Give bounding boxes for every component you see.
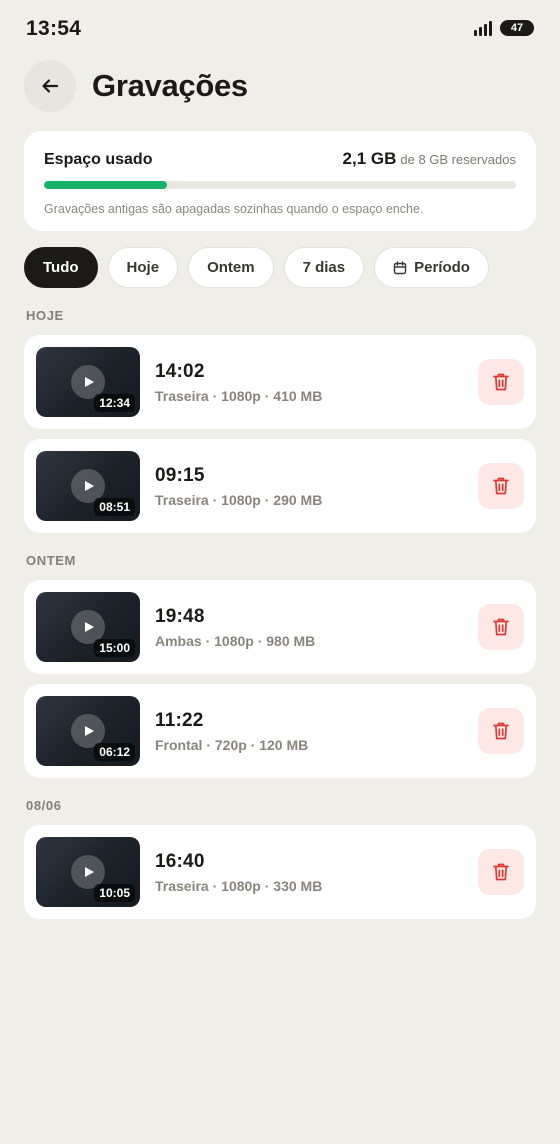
- trash-icon: [493, 618, 509, 636]
- delete-button[interactable]: [478, 604, 524, 650]
- trash-icon: [493, 477, 509, 495]
- filter-chip-periodo[interactable]: Período: [374, 247, 489, 288]
- recording-card[interactable]: 08:51 09:15 Traseira · 1080p · 290 MB: [24, 439, 536, 533]
- recording-duration: 08:51: [94, 498, 135, 516]
- section-label-ontem: ONTEM: [26, 553, 76, 568]
- delete-button[interactable]: [478, 849, 524, 895]
- recording-time: 19:48: [155, 605, 205, 627]
- recording-meta: Frontal · 720p · 120 MB: [155, 736, 309, 753]
- recording-duration: 15:00: [94, 639, 135, 657]
- calendar-icon: [393, 260, 407, 274]
- status-time: 13:54: [26, 17, 82, 40]
- delete-button[interactable]: [478, 463, 524, 509]
- signal-icon: [474, 20, 492, 36]
- filter-chip-label: Período: [414, 259, 470, 276]
- recording-time: 16:40: [155, 850, 205, 872]
- storage-used: 2,1 GB: [342, 149, 397, 168]
- recording-meta: Traseira · 1080p · 290 MB: [155, 491, 323, 508]
- recording-thumbnail[interactable]: 08:51: [36, 451, 140, 521]
- recording-card[interactable]: 06:12 11:22 Frontal · 720p · 120 MB: [24, 684, 536, 778]
- filter-chip-ontem[interactable]: Ontem: [188, 247, 274, 288]
- recording-time: 09:15: [155, 464, 205, 486]
- battery-icon: 47: [500, 20, 534, 36]
- storage-total: de 8 GB reservados: [400, 152, 516, 167]
- recording-duration: 06:12: [94, 743, 135, 761]
- recording-duration: 12:34: [94, 394, 135, 412]
- recording-meta: Traseira · 1080p · 330 MB: [155, 877, 323, 894]
- recording-meta: Ambas · 1080p · 980 MB: [155, 632, 316, 649]
- storage-progress-fill: [44, 181, 167, 189]
- filter-chip-label: 7 dias: [302, 259, 346, 276]
- filter-chip-7-dias[interactable]: 7 dias: [283, 247, 365, 288]
- recording-card[interactable]: 12:34 14:02 Traseira · 1080p · 410 MB: [24, 335, 536, 429]
- status-icons: 47: [474, 20, 534, 36]
- recording-thumbnail[interactable]: 15:00: [36, 592, 140, 662]
- header: Gravações: [24, 60, 248, 112]
- recording-time: 11:22: [155, 709, 204, 731]
- filter-chip-hoje[interactable]: Hoje: [107, 247, 179, 288]
- storage-note: Gravações antigas são apagadas sozinhas …: [44, 202, 424, 216]
- recording-thumbnail[interactable]: 10:05: [36, 837, 140, 907]
- recording-duration: 10:05: [94, 884, 135, 902]
- section-label-date: 08/06: [26, 798, 62, 813]
- section-label-hoje: HOJE: [26, 308, 64, 323]
- page-title: Gravações: [92, 68, 248, 103]
- recording-thumbnail[interactable]: 06:12: [36, 696, 140, 766]
- delete-button[interactable]: [478, 708, 524, 754]
- status-bar: 13:54 47: [0, 0, 560, 56]
- filter-chip-label: Hoje: [126, 259, 160, 276]
- battery-level: 47: [510, 22, 524, 34]
- filter-chip-tudo[interactable]: Tudo: [24, 247, 98, 288]
- recording-card[interactable]: 10:05 16:40 Traseira · 1080p · 330 MB: [24, 825, 536, 919]
- storage-label: Espaço usado: [44, 151, 153, 168]
- trash-icon: [493, 722, 509, 740]
- filter-chip-label: Ontem: [207, 259, 255, 276]
- trash-icon: [493, 373, 509, 391]
- delete-button[interactable]: [478, 359, 524, 405]
- storage-card: Espaço usado 2,1 GB de 8 GB reservados Gr…: [24, 131, 536, 231]
- storage-progress-bar: [44, 181, 516, 189]
- recording-card[interactable]: 15:00 19:48 Ambas · 1080p · 980 MB: [24, 580, 536, 674]
- trash-icon: [493, 863, 509, 881]
- filter-chips: Tudo Hoje Ontem 7 dias Período: [24, 247, 489, 288]
- storage-usage: 2,1 GB de 8 GB reservados: [343, 149, 516, 169]
- back-button[interactable]: [24, 60, 76, 112]
- arrow-left-icon: [42, 79, 59, 93]
- filter-chip-label: Tudo: [43, 259, 79, 276]
- recording-time: 14:02: [155, 360, 205, 382]
- recording-meta: Traseira · 1080p · 410 MB: [155, 387, 323, 404]
- recording-thumbnail[interactable]: 12:34: [36, 347, 140, 417]
